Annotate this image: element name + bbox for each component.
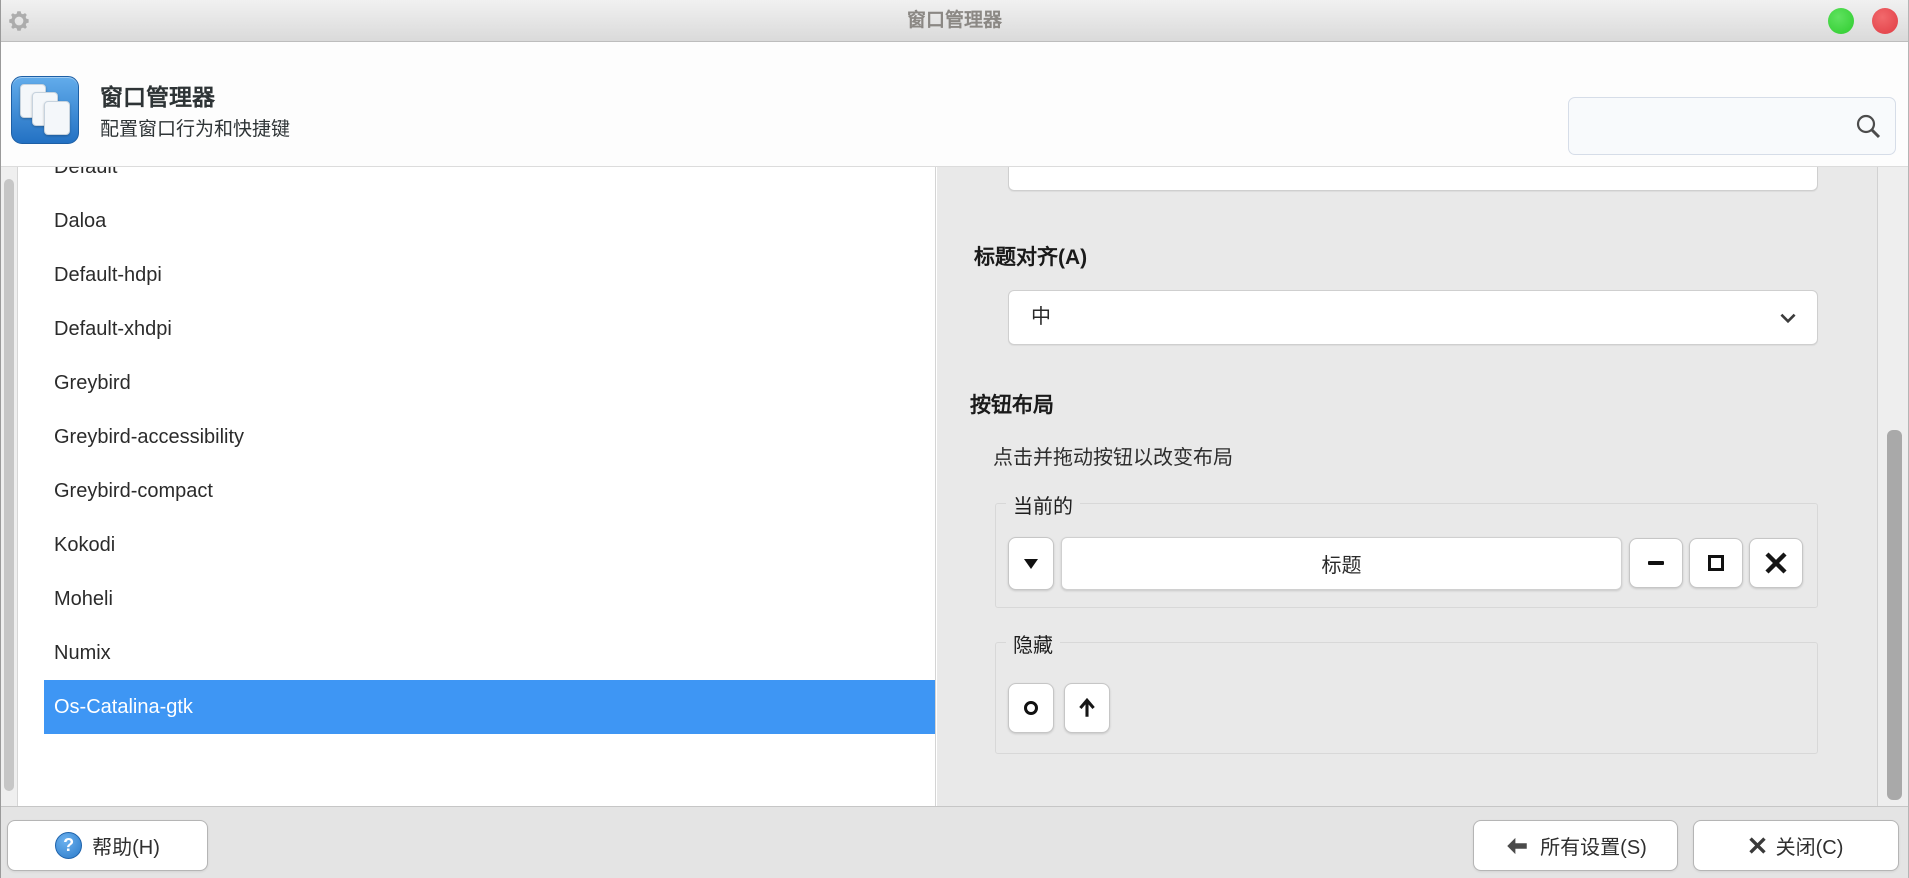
close-button-label: 关闭(C)	[1776, 831, 1844, 860]
theme-list-item[interactable]: Default-hdpi	[44, 248, 935, 302]
theme-list: DefaultDaloaDefault-hdpiDefault-xhdpiGre…	[18, 167, 936, 806]
back-arrow-icon	[1504, 833, 1530, 859]
title-align-label: 标题对齐(A)	[974, 241, 1087, 271]
title-align-value: 中	[1031, 291, 1051, 344]
dialog-header: 窗口管理器 配置窗口行为和快捷键	[1, 42, 1908, 167]
help-button-label: 帮助(H)	[92, 831, 160, 860]
theme-list-item[interactable]: Kokodi	[44, 518, 935, 572]
close-x-icon	[1749, 837, 1766, 854]
layout-title-label: 标题	[1322, 549, 1362, 578]
theme-list-item[interactable]: Default	[44, 167, 935, 194]
layout-title-button[interactable]: 标题	[1061, 537, 1622, 590]
theme-list-item[interactable]: Greybird-accessibility	[44, 410, 935, 464]
page-title: 窗口管理器	[100, 78, 215, 112]
all-settings-label: 所有设置(S)	[1540, 831, 1647, 860]
help-icon: ?	[55, 832, 82, 859]
theme-list-scrollbar-thumb[interactable]	[4, 179, 14, 791]
theme-list-scrollbar[interactable]	[1, 167, 18, 806]
button-layout-hint: 点击并拖动按钮以改变布局	[993, 441, 1233, 470]
chevron-down-icon	[1777, 167, 1799, 170]
footer-bar: ? 帮助(H) 所有设置(S) 关闭(C)	[1, 806, 1908, 878]
layout-stick-button[interactable]	[1064, 683, 1110, 733]
layout-close-button[interactable]	[1749, 538, 1803, 588]
window-title: 窗口管理器	[1, 0, 1908, 42]
window-manager-icon	[11, 76, 79, 144]
hidden-frame-label: 隐藏	[1006, 629, 1060, 658]
window-titlebar[interactable]: 窗口管理器	[1, 0, 1908, 42]
up-arrow-icon	[1076, 697, 1098, 719]
maximize-icon	[1708, 555, 1724, 571]
title-align-combo[interactable]: 中	[1008, 290, 1818, 345]
theme-list-item[interactable]: Daloa	[44, 194, 935, 248]
layout-menu-button[interactable]	[1008, 537, 1054, 590]
theme-list-item[interactable]: Greybird	[44, 356, 935, 410]
theme-list-item[interactable]: Greybird-compact	[44, 464, 935, 518]
current-frame-label: 当前的	[1006, 490, 1080, 519]
page-subtitle: 配置窗口行为和快捷键	[100, 114, 290, 141]
title-font-combo[interactable]: Noto Sans Bold	[1008, 167, 1818, 191]
shade-circle-icon	[1024, 701, 1038, 715]
minimize-icon	[1648, 561, 1664, 565]
close-button[interactable]: 关闭(C)	[1693, 820, 1899, 871]
settings-panel: Noto Sans Bold 标题对齐(A) 中 按钮布局 点击并拖动按钮以改变…	[937, 167, 1879, 806]
all-settings-button[interactable]: 所有设置(S)	[1473, 820, 1678, 871]
theme-list-item[interactable]: Default-xhdpi	[44, 302, 935, 356]
settings-panel-scrollbar[interactable]	[1877, 167, 1908, 806]
hidden-layout-frame: 隐藏	[995, 642, 1818, 754]
window-manager-dialog: 窗口管理器 窗口管理器 配置窗口行为和快捷键 DefaultDaloaDefau…	[0, 0, 1909, 878]
help-button[interactable]: ? 帮助(H)	[7, 820, 208, 871]
layout-minimize-button[interactable]	[1629, 538, 1683, 588]
close-x-icon	[1765, 552, 1787, 574]
layout-shade-button[interactable]	[1008, 683, 1054, 733]
theme-list-item[interactable]: Moheli	[44, 572, 935, 626]
settings-panel-scrollbar-thumb[interactable]	[1887, 430, 1902, 800]
search-input[interactable]	[1581, 98, 1851, 154]
theme-list-item[interactable]: Os-Catalina-gtk	[44, 680, 935, 734]
menu-triangle-icon	[1024, 559, 1038, 569]
theme-list-item[interactable]: Numix	[44, 626, 935, 680]
dialog-content: DefaultDaloaDefault-hdpiDefault-xhdpiGre…	[1, 167, 1908, 806]
button-layout-label: 按钮布局	[970, 389, 1054, 419]
maximize-window-button[interactable]	[1828, 8, 1854, 34]
layout-maximize-button[interactable]	[1689, 538, 1743, 588]
close-window-button[interactable]	[1872, 8, 1898, 34]
search-box	[1568, 97, 1896, 155]
current-layout-frame: 当前的 标题	[995, 503, 1818, 608]
chevron-down-icon	[1777, 307, 1799, 329]
magnifier-icon	[1853, 112, 1883, 142]
